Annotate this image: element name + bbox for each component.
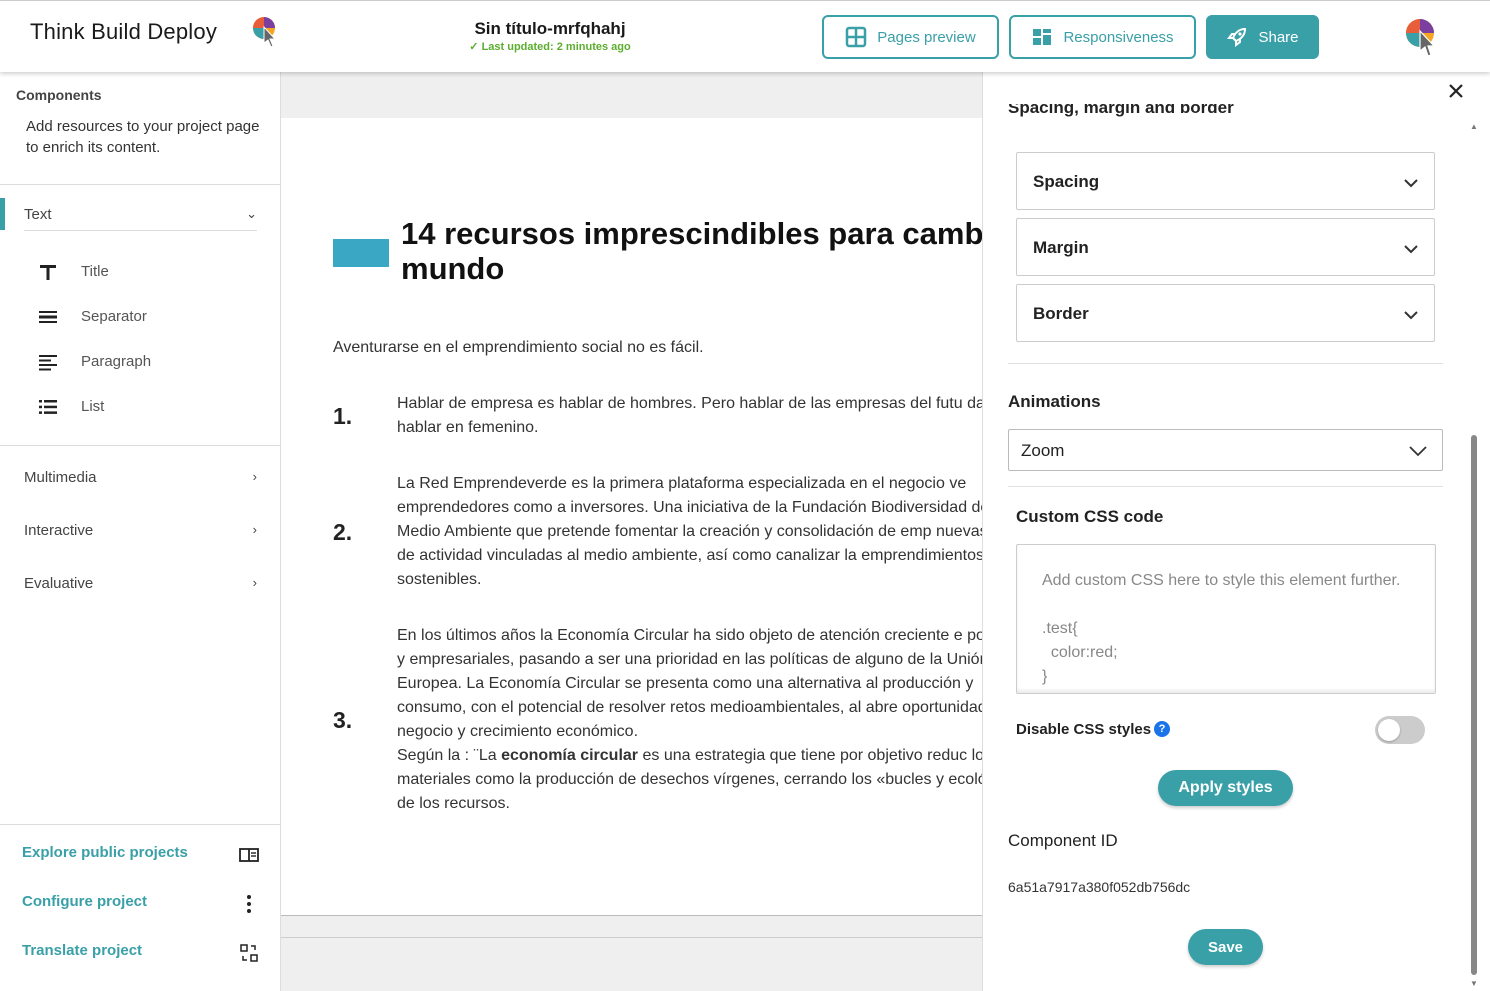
section-interactive-label: Interactive: [24, 522, 94, 539]
animations-heading: Animations: [1008, 392, 1101, 411]
responsiveness-label: Responsiveness: [1063, 28, 1174, 46]
tool-separator-label: Separator: [81, 308, 147, 325]
share-button[interactable]: Share: [1206, 15, 1319, 59]
divider: [281, 937, 982, 938]
list-item-text[interactable]: La Red Emprendeverde es la primera plata…: [397, 472, 982, 592]
explore-public-projects-link[interactable]: Explore public projects: [22, 844, 188, 861]
custom-css-textarea[interactable]: Add custom CSS here to style this elemen…: [1016, 544, 1436, 694]
translate-project-link[interactable]: Translate project: [22, 942, 142, 959]
sidebar-description: Add resources to your project page to en…: [26, 118, 260, 156]
brand-name: Think Build Deploy: [30, 19, 218, 44]
chevron-down-icon: [1409, 446, 1427, 457]
divider: [1008, 486, 1443, 487]
responsiveness-button[interactable]: Responsiveness: [1009, 15, 1196, 59]
component-id-heading: Component ID: [1008, 831, 1118, 850]
last-updated-status: ✓ Last updated: 2 minutes ago: [469, 41, 631, 53]
scrollbar-thumb[interactable]: [1471, 435, 1477, 975]
custom-css-heading: Custom CSS code: [1016, 507, 1164, 526]
sidebar-title: Components: [16, 87, 102, 103]
disable-css-toggle[interactable]: [1375, 716, 1425, 744]
pages-preview-label: Pages preview: [877, 28, 976, 46]
list-icon: [39, 400, 57, 414]
pages-grid-icon: [846, 26, 867, 48]
chevron-down-icon: [1404, 179, 1418, 188]
user-avatar[interactable]: [1398, 11, 1444, 63]
save-button[interactable]: Save: [1188, 929, 1263, 965]
list-item-text[interactable]: Hablar de empresa es hablar de hombres. …: [397, 392, 982, 440]
chevron-down-icon: ⌄: [246, 206, 257, 221]
translate-icon[interactable]: [238, 942, 260, 964]
separator-icon: [39, 311, 57, 323]
rocket-icon: [1227, 27, 1247, 47]
divider: [1008, 363, 1443, 364]
section-text-label: Text: [24, 206, 52, 223]
help-icon[interactable]: ?: [1154, 721, 1170, 737]
brand-logo-icon: [253, 17, 277, 48]
section-multimedia-label: Multimedia: [24, 469, 97, 486]
document-title[interactable]: Sin título-mrfqhahj: [400, 19, 700, 39]
list-item-number: 3.: [333, 707, 353, 733]
paragraph-icon: [39, 355, 57, 371]
border-accordion[interactable]: Border: [1016, 284, 1435, 342]
chevron-right-icon: ›: [252, 469, 257, 484]
chevron-down-icon: [1404, 311, 1418, 320]
border-accordion-label: Border: [1033, 304, 1089, 323]
list-item-number: 2.: [333, 519, 353, 545]
chevron-down-icon: [1404, 245, 1418, 254]
divider: [0, 184, 281, 185]
list-item-text-part: Según la : ¨La: [397, 747, 502, 764]
more-vertical-icon[interactable]: [238, 893, 260, 915]
bold-term: economía circular: [501, 747, 639, 764]
book-icon[interactable]: [238, 844, 260, 866]
article-title[interactable]: 14 recursos imprescindibles para camb mu…: [401, 216, 982, 286]
configure-project-link[interactable]: Configure project: [22, 893, 147, 910]
tool-separator[interactable]: Separator: [24, 297, 264, 337]
responsive-layout-icon: [1033, 29, 1052, 45]
divider: [0, 445, 281, 446]
tool-title-label: Title: [81, 263, 109, 280]
list-item-number: 1.: [333, 403, 353, 429]
list-item-text-part: En los últimos años la Economía Circular…: [397, 627, 982, 740]
custom-css-placeholder: Add custom CSS here to style this elemen…: [1042, 572, 1401, 685]
divider: [24, 230, 257, 231]
top-bar: Think Build Deploy Sin título-mrfqhahj ✓…: [0, 0, 1490, 72]
component-id-value: 6a51a7917a380f052db756dc: [1008, 879, 1191, 895]
section-multimedia[interactable]: Multimedia ›: [0, 457, 281, 497]
section-text[interactable]: Text ⌄: [0, 194, 281, 234]
disable-css-label: Disable CSS styles: [1016, 721, 1152, 738]
close-icon[interactable]: [1445, 80, 1467, 102]
tool-title[interactable]: Title: [24, 252, 264, 292]
chevron-right-icon: ›: [252, 522, 257, 537]
margin-accordion-label: Margin: [1033, 238, 1089, 257]
toggle-knob: [1378, 719, 1400, 741]
section-evaluative[interactable]: Evaluative ›: [0, 563, 281, 603]
tool-paragraph[interactable]: Paragraph: [24, 342, 264, 382]
section-interactive[interactable]: Interactive ›: [0, 510, 281, 550]
animation-select[interactable]: Zoom: [1008, 429, 1443, 471]
title-decoration-block: [333, 239, 389, 267]
pages-preview-button[interactable]: Pages preview: [822, 15, 999, 59]
apply-styles-button[interactable]: Apply styles: [1158, 770, 1293, 806]
components-sidebar: Components Add resources to your project…: [0, 72, 281, 991]
chevron-right-icon: ›: [252, 575, 257, 590]
tool-list-label: List: [81, 398, 105, 415]
list-item-text[interactable]: En los últimos años la Economía Circular…: [397, 624, 982, 816]
spacing-accordion-label: Spacing: [1033, 172, 1100, 191]
tool-list[interactable]: List: [24, 387, 264, 427]
scroll-up-arrow[interactable]: ▲: [1470, 122, 1478, 131]
divider: [0, 824, 281, 825]
section-heading-spacing: Spacing, margin and border: [1008, 104, 1234, 117]
style-settings-panel: Spacing, margin and border Spacing Margi…: [982, 72, 1490, 991]
scroll-down-arrow[interactable]: ▼: [1470, 979, 1478, 988]
share-label: Share: [1258, 28, 1299, 46]
article-intro[interactable]: Aventurarse en el emprendimiento social …: [333, 339, 704, 357]
animation-select-value: Zoom: [1021, 441, 1065, 460]
section-evaluative-label: Evaluative: [24, 575, 94, 592]
page-content[interactable]: 14 recursos imprescindibles para camb mu…: [281, 118, 982, 916]
tool-paragraph-label: Paragraph: [81, 353, 152, 370]
margin-accordion[interactable]: Margin: [1016, 218, 1435, 276]
spacing-accordion[interactable]: Spacing: [1016, 152, 1435, 210]
title-t-icon: [40, 265, 56, 280]
